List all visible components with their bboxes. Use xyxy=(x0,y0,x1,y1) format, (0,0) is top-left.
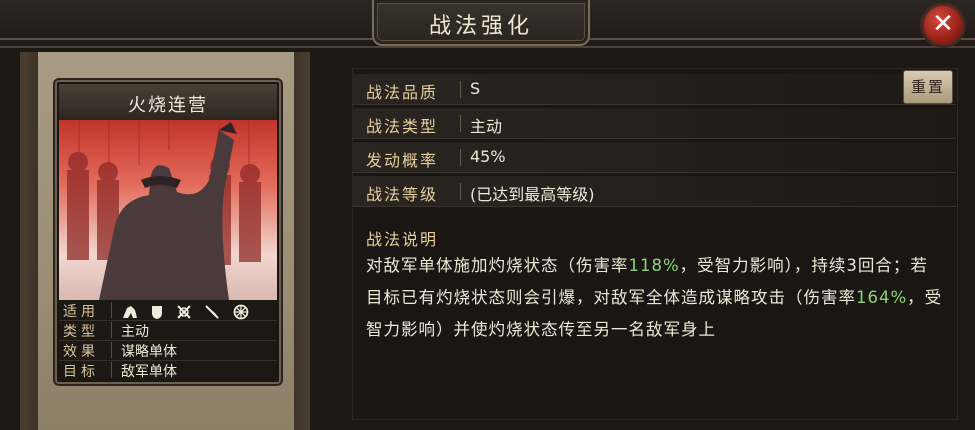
info-separator xyxy=(460,183,461,200)
stat-value: 敌军单体 xyxy=(121,364,177,380)
info-key: 战法等级 xyxy=(366,185,439,204)
spear-icon xyxy=(205,304,220,319)
stat-row-applicable: 适用 xyxy=(59,300,277,321)
info-separator xyxy=(460,115,461,132)
damage-rate-value: 118% xyxy=(628,256,680,275)
info-row-level: 战法等级 (已达到最高等级) xyxy=(352,176,956,207)
card-title-bar: 火烧连营 xyxy=(59,84,277,121)
info-key: 战法品质 xyxy=(366,83,439,102)
stat-separator xyxy=(111,342,112,358)
info-separator xyxy=(460,81,461,98)
info-value: S xyxy=(470,79,481,98)
siege-wheel-icon xyxy=(233,304,249,319)
stat-row-effect: 效果 谋略单体 xyxy=(59,340,277,361)
cavalry-icon xyxy=(123,305,137,318)
info-key: 战法类型 xyxy=(366,117,439,136)
close-button[interactable]: ✕ xyxy=(922,4,964,46)
info-row-probability: 发动概率 45% xyxy=(352,142,956,173)
tactic-name: 火烧连营 xyxy=(128,95,208,116)
info-separator xyxy=(460,149,461,166)
stat-row-type: 类型 主动 xyxy=(59,320,277,341)
info-row-quality: 战法品质 S xyxy=(352,74,956,105)
stat-separator xyxy=(111,302,112,318)
info-key: 发动概率 xyxy=(366,151,439,170)
stat-value: 谋略单体 xyxy=(121,344,177,360)
description-heading: 战法说明 xyxy=(366,230,439,249)
stat-separator xyxy=(111,362,112,378)
stat-value: 主动 xyxy=(121,324,149,340)
stat-key: 适用 xyxy=(63,304,99,320)
info-value: (已达到最高等级) xyxy=(470,185,595,204)
description-text: 对敌军单体施加灼烧状态（伤害率118%，受智力影响），持续3回合；若目标已有灼烧… xyxy=(366,250,944,346)
info-row-type: 战法类型 主动 xyxy=(352,108,956,139)
stat-separator xyxy=(111,322,112,338)
tactic-artwork xyxy=(59,120,277,300)
info-value: 主动 xyxy=(470,117,503,136)
stat-key: 目标 xyxy=(63,364,99,380)
stat-row-target: 目标 敌军单体 xyxy=(59,360,277,380)
page-title: 战法强化 xyxy=(428,14,533,39)
reset-button[interactable]: 重置 xyxy=(903,70,953,104)
bow-icon xyxy=(177,304,191,319)
damage-rate-value: 164% xyxy=(856,288,908,307)
tactic-art-illustration xyxy=(67,120,261,300)
card-stats: 适用 类型 主动 效果 谋略单体 目标 敌军单体 xyxy=(59,300,277,380)
applicable-icons xyxy=(121,301,255,320)
stat-key: 类型 xyxy=(63,324,99,340)
close-icon: ✕ xyxy=(932,9,954,39)
title-plate: 战法强化 xyxy=(372,0,590,46)
info-value: 45% xyxy=(470,147,506,166)
stat-key: 效果 xyxy=(63,344,99,360)
description-segment: 对敌军单体施加灼烧状态（伤害率 xyxy=(366,256,629,275)
tactic-card: 火烧连营 适用 类型 主动 效果 谋略单体 目标 敌军单体 xyxy=(55,80,281,384)
shield-icon xyxy=(152,305,163,319)
